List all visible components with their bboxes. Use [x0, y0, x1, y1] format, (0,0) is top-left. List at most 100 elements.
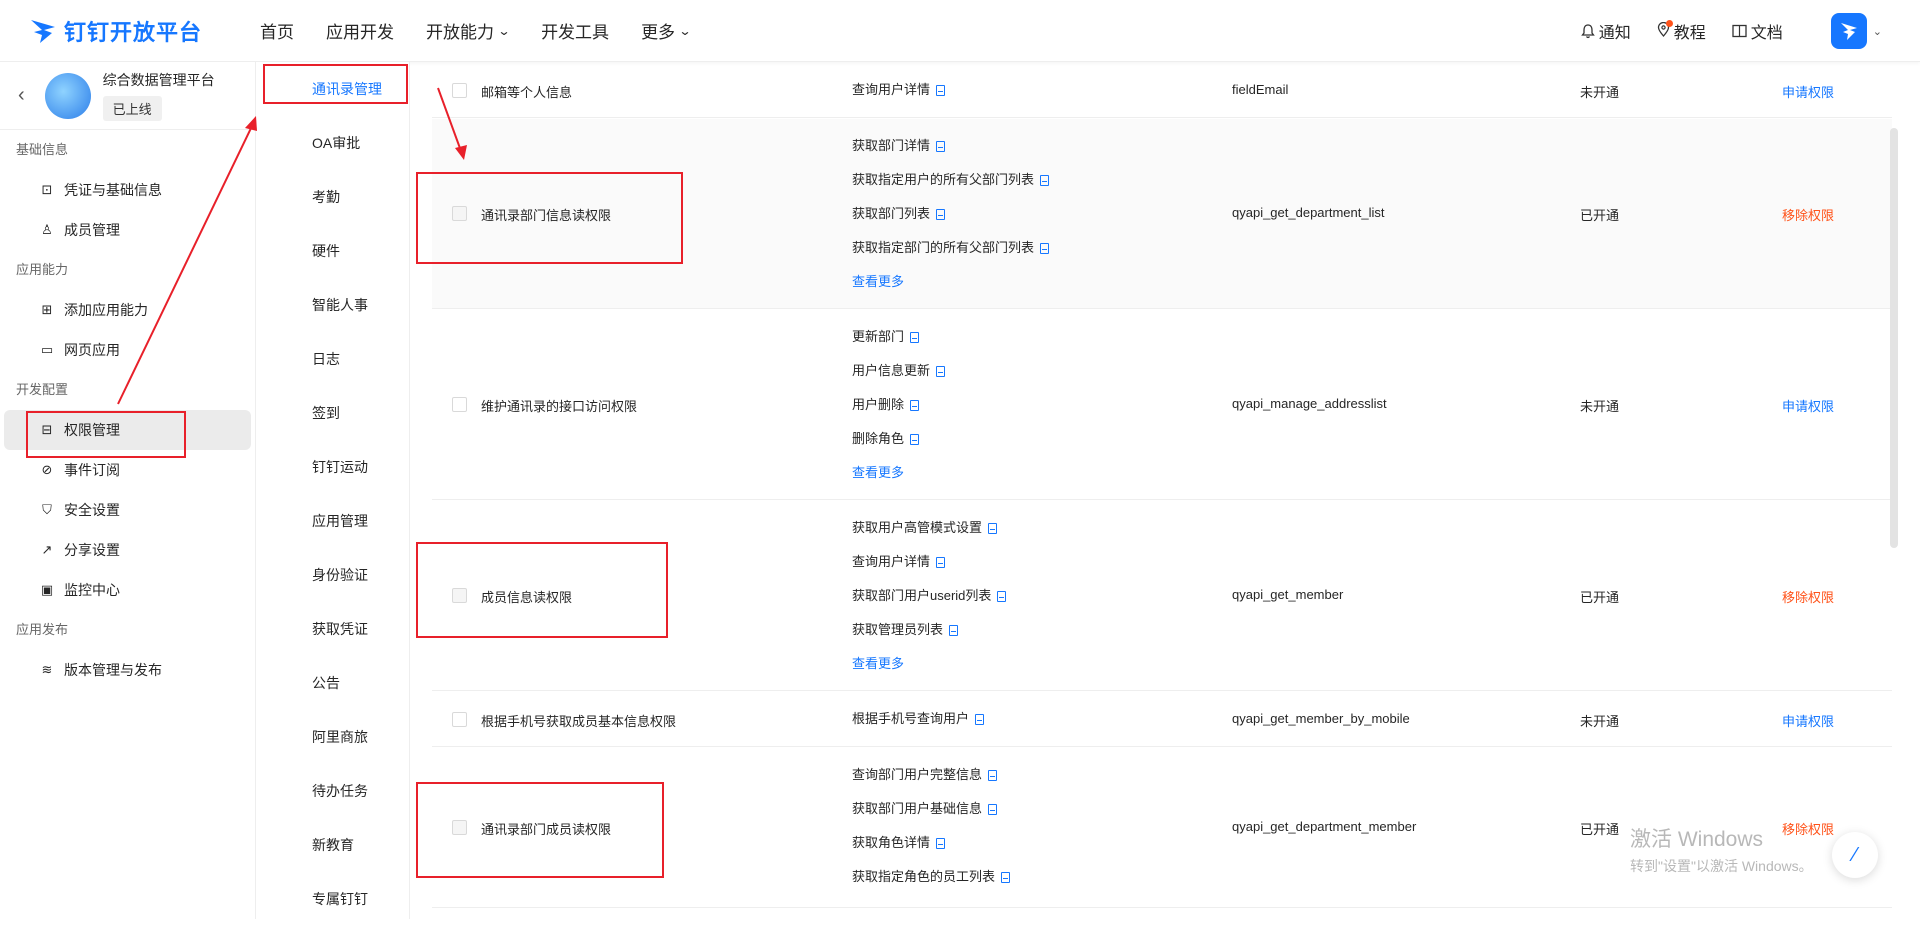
category-item[interactable]: 获取凭证 [256, 602, 409, 656]
api-item[interactable]: 获取指定角色的员工列表 [852, 860, 1011, 894]
row-checkbox[interactable] [452, 206, 467, 221]
category-item[interactable]: 钉钉运动 [256, 440, 409, 494]
document-icon[interactable] [936, 556, 946, 568]
scrollbar[interactable] [1890, 128, 1898, 548]
sidebar-item-monitor[interactable]: ▣ 监控中心 [0, 570, 255, 610]
browser-icon: ▭ [40, 342, 54, 357]
sidebar-item-credentials[interactable]: ⊡ 凭证与基础信息 [0, 170, 255, 210]
apply-permission-link[interactable]: 申请权限 [1782, 82, 1834, 101]
permission-name: 成员信息读权限 [481, 590, 573, 605]
api-item[interactable]: 获取管理员列表 [852, 613, 1006, 647]
sidebar-item-permissions[interactable]: ⊟ 权限管理 [4, 410, 251, 450]
row-checkbox[interactable] [452, 83, 467, 98]
row-checkbox[interactable] [452, 820, 467, 835]
api-label: 根据手机号查询用户 [852, 711, 970, 726]
avatar[interactable] [1830, 13, 1867, 49]
category-item[interactable]: 硬件 [256, 224, 409, 278]
api-item[interactable]: 用户信息更新 [852, 354, 946, 388]
api-item[interactable]: 获取指定部门的所有父部门列表 [852, 231, 1050, 265]
document-icon[interactable] [949, 624, 959, 636]
category-item[interactable]: 专属钉钉 [256, 872, 409, 926]
sidebar-item-events[interactable]: ⊘ 事件订阅 [0, 450, 255, 490]
api-item[interactable]: 获取部门列表 [852, 197, 1049, 231]
chevron-down-icon[interactable]: ⌄ [1873, 25, 1882, 38]
apply-permission-link[interactable]: 申请权限 [1782, 396, 1834, 415]
document-icon[interactable] [910, 331, 920, 343]
category-item[interactable]: 智能人事 [256, 278, 409, 332]
api-item[interactable]: 用户删除 [852, 388, 945, 422]
category-item[interactable]: 待办任务 [256, 764, 409, 818]
document-icon[interactable] [936, 837, 946, 849]
view-more-link[interactable]: 查看更多 [852, 456, 945, 490]
api-label: 获取指定用户的所有父部门列表 [852, 172, 1035, 187]
api-list: 获取用户高管模式设置 查询用户详情 获取部门用户userid列表 获取管理员列表… [852, 511, 1007, 681]
row-checkbox[interactable] [452, 397, 467, 412]
nav-app-dev[interactable]: 应用开发 [326, 18, 394, 43]
api-label: 获取指定角色的员工列表 [852, 869, 996, 884]
logo[interactable]: 钉钉开放平台 [28, 15, 228, 47]
api-item[interactable]: 查询用户详情 [852, 545, 1006, 579]
category-item[interactable]: OA审批 [256, 116, 409, 170]
view-more-link[interactable]: 查看更多 [852, 265, 1049, 299]
document-icon[interactable] [910, 399, 920, 411]
document-icon[interactable] [910, 433, 920, 445]
api-label: 获取用户高管模式设置 [852, 520, 983, 535]
apply-permission-link[interactable]: 申请权限 [1782, 711, 1834, 730]
api-item[interactable]: 获取用户高管模式设置 [852, 511, 1006, 545]
back-arrow-icon[interactable]: ‹ [18, 84, 25, 107]
main-nav: 首页 应用开发 开放能力 ⌄ 开发工具 更多 ⌄ [260, 18, 722, 43]
sidebar-item-security[interactable]: ⛉ 安全设置 [0, 490, 255, 530]
category-item[interactable]: 考勤 [256, 170, 409, 224]
remove-permission-link[interactable]: 移除权限 [1782, 205, 1834, 224]
document-icon[interactable] [1040, 242, 1050, 254]
category-item-contacts[interactable]: 通讯录管理 [256, 62, 409, 116]
document-icon[interactable] [997, 590, 1007, 602]
document-icon[interactable] [988, 769, 998, 781]
nav-open-ability[interactable]: 开放能力 ⌄ [426, 18, 511, 43]
category-item[interactable]: 阿里商旅 [256, 710, 409, 764]
api-item[interactable]: 获取部门详情 [852, 129, 1049, 163]
sidebar-item-label: 分享设置 [64, 542, 120, 558]
category-item[interactable]: 公告 [256, 656, 409, 710]
document-icon[interactable] [1001, 871, 1011, 883]
category-item[interactable]: 日志 [256, 332, 409, 386]
api-item[interactable]: 获取部门用户基础信息 [852, 792, 1010, 826]
document-icon[interactable] [988, 522, 998, 534]
tutorial-link[interactable]: 教程 [1657, 19, 1706, 43]
category-item[interactable]: 身份验证 [256, 548, 409, 602]
sidebar-item-share[interactable]: ↗ 分享设置 [0, 530, 255, 570]
notify-link[interactable]: 通知 [1580, 19, 1631, 43]
row-checkbox[interactable] [452, 712, 467, 727]
document-icon[interactable] [936, 84, 946, 96]
document-icon[interactable] [988, 803, 998, 815]
nav-more[interactable]: 更多 ⌄ [641, 18, 692, 43]
api-item[interactable]: 查询部门用户完整信息 [852, 758, 1010, 792]
api-item[interactable]: 获取部门用户userid列表 [852, 579, 1007, 613]
row-checkbox[interactable] [452, 588, 467, 603]
document-icon[interactable] [1040, 174, 1050, 186]
api-item[interactable]: 根据手机号查询用户 [852, 702, 985, 736]
sidebar-item-versions[interactable]: ≋ 版本管理与发布 [0, 650, 255, 690]
sidebar-item-web-app[interactable]: ▭ 网页应用 [0, 330, 255, 370]
api-item[interactable]: 更新部门 [852, 320, 945, 354]
docs-link[interactable]: 文档 [1732, 19, 1783, 43]
document-icon[interactable] [936, 208, 946, 220]
api-item[interactable]: 查询用户详情 [852, 73, 946, 107]
sidebar-item-add-ability[interactable]: ⊞ 添加应用能力 [0, 290, 255, 330]
nav-dev-tools[interactable]: 开发工具 [541, 18, 609, 43]
nav-home[interactable]: 首页 [260, 18, 294, 43]
document-icon[interactable] [936, 140, 946, 152]
sidebar-item-members[interactable]: ♙ 成员管理 [0, 210, 255, 250]
api-item[interactable]: 获取指定用户的所有父部门列表 [852, 163, 1050, 197]
remove-permission-link[interactable]: 移除权限 [1782, 587, 1834, 606]
category-item[interactable]: 签到 [256, 386, 409, 440]
app-icon [44, 72, 91, 119]
api-item[interactable]: 删除角色 [852, 422, 945, 456]
category-item[interactable]: 应用管理 [256, 494, 409, 548]
document-icon[interactable] [936, 365, 946, 377]
view-more-link[interactable]: 查看更多 [852, 647, 1006, 681]
category-item[interactable]: 新教育 [256, 818, 409, 872]
api-item[interactable]: 获取角色详情 [852, 826, 1010, 860]
assistant-button[interactable]: ⁄ [1832, 832, 1878, 878]
document-icon[interactable] [975, 713, 985, 725]
